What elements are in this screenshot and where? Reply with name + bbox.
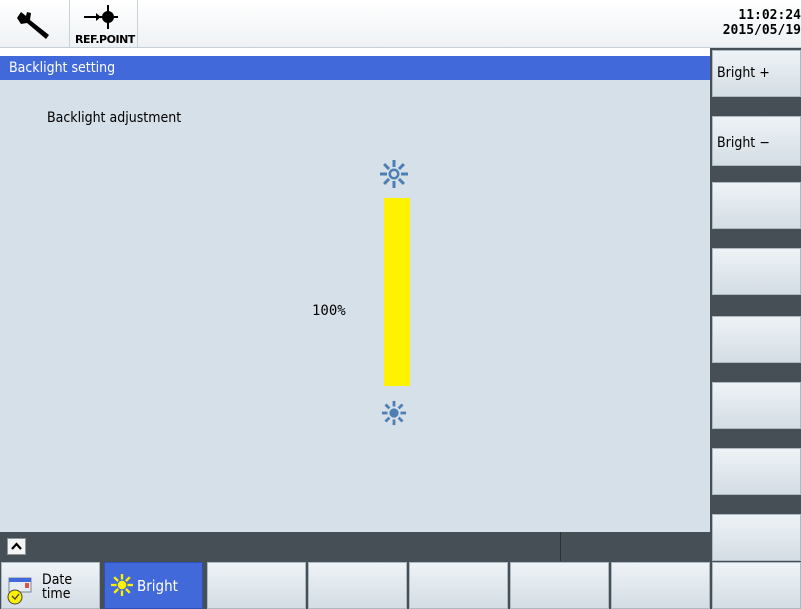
calendar-clock-icon — [7, 577, 32, 605]
ref-point-button[interactable]: REF.POINT — [70, 0, 138, 48]
wrench-icon — [17, 12, 49, 39]
vertical-softkey-9[interactable] — [712, 514, 801, 561]
backlight-panel: Backlight adjustment 100% — [0, 80, 710, 532]
vertical-softkey-5[interactable] — [712, 248, 801, 295]
wrench-button[interactable] — [0, 0, 70, 48]
panel-heading: Backlight adjustment — [47, 110, 182, 126]
vertical-softkey-6[interactable] — [712, 316, 801, 363]
horizontal-softkey-row: Date time Bright — [0, 561, 801, 609]
top-status-bar: REF.POINT 11:02:24 2015/05/19 — [0, 0, 801, 48]
clock-time: 11:02:24 — [738, 8, 801, 23]
clock: 11:02:24 2015/05/19 — [711, 8, 801, 38]
window-title: Backlight setting — [9, 60, 116, 76]
strip-divider — [560, 532, 561, 561]
scroll-up-button[interactable] — [7, 538, 26, 555]
bright-minus-softkey[interactable]: Bright − — [712, 116, 801, 166]
sun-icon — [111, 574, 133, 596]
vertical-softkey-7[interactable] — [712, 382, 801, 429]
bright-softkey-label: Bright — [137, 577, 178, 595]
brightness-level-fill — [384, 198, 410, 386]
dim-sun-icon — [381, 400, 407, 426]
ref-point-icon — [84, 5, 118, 29]
vertical-softkey-4[interactable] — [712, 182, 801, 229]
chevron-up-icon — [11, 542, 22, 550]
bright-softkey[interactable]: Bright — [104, 562, 203, 609]
brightness-level-bar — [384, 198, 410, 386]
scroll-strip — [0, 532, 710, 561]
horizontal-softkey-8[interactable] — [712, 562, 801, 609]
ref-point-label: REF.POINT — [75, 33, 135, 46]
horizontal-softkey-6[interactable] — [510, 562, 609, 609]
horizontal-softkey-3[interactable] — [207, 562, 306, 609]
bright-plus-softkey[interactable]: Bright + — [712, 50, 801, 97]
datetime-softkey-label: Date time — [42, 573, 72, 601]
clock-date: 2015/05/19 — [722, 23, 801, 38]
horizontal-softkey-5[interactable] — [409, 562, 508, 609]
brightness-percent: 100% — [312, 303, 346, 319]
vertical-softkey-8[interactable] — [712, 448, 801, 495]
bright-sun-icon — [380, 160, 408, 188]
window-title-bar: Backlight setting — [0, 56, 710, 80]
vertical-softkey-column: Bright + Bright − — [710, 48, 801, 561]
horizontal-softkey-4[interactable] — [308, 562, 407, 609]
datetime-softkey[interactable]: Date time — [1, 562, 100, 609]
datetime-label-line1: Date — [42, 572, 73, 588]
horizontal-softkey-7[interactable] — [611, 562, 710, 609]
datetime-label-line2: time — [42, 586, 71, 602]
